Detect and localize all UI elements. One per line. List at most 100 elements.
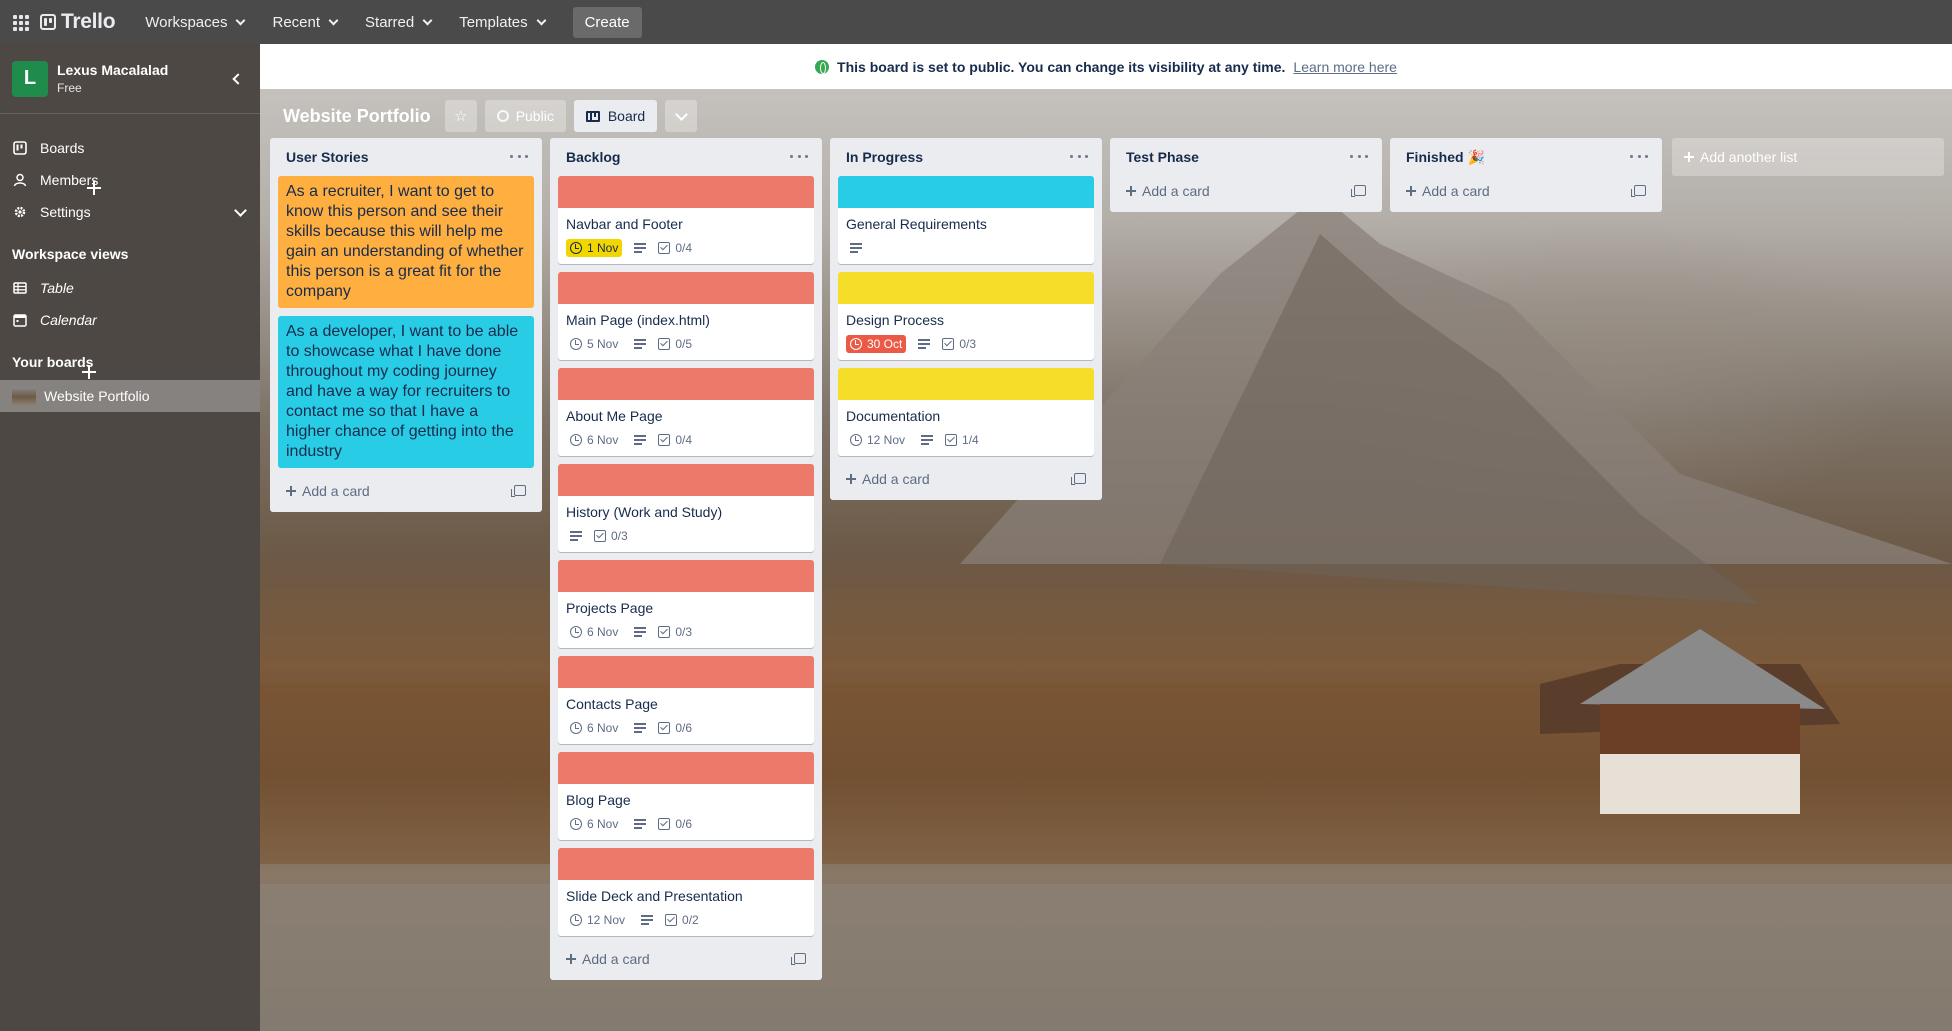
story-card-text: As a developer, I want to be able to sho… (286, 323, 519, 460)
card[interactable]: Documentation 12 Nov 1/4 (838, 368, 1094, 456)
workspace-avatar[interactable]: L (12, 60, 48, 97)
board-thumbnail (12, 387, 36, 405)
create-button[interactable]: Create (572, 6, 642, 38)
card-badges: 6 Nov 0/6 (566, 812, 806, 836)
list-title[interactable]: User Stories (286, 149, 368, 165)
card[interactable]: About Me Page 6 Nov 0/4 (558, 368, 814, 456)
list-menu-icon[interactable] (790, 148, 808, 164)
nav-recent[interactable]: Recent (260, 8, 349, 37)
due-date-badge[interactable]: 6 Nov (566, 815, 622, 833)
sidebar-item-label: Calendar (40, 312, 97, 328)
sidebar-item-members[interactable]: Members (0, 164, 260, 196)
sidebar-board-website-portfolio[interactable]: Website Portfolio (0, 380, 260, 412)
card[interactable]: General Requirements (838, 176, 1094, 264)
card-cover (838, 176, 1094, 208)
board-icon (12, 140, 28, 156)
board-canvas: This board is set to public. You can cha… (260, 44, 1952, 1031)
due-date-badge[interactable]: 1 Nov (566, 239, 623, 257)
card-template-icon[interactable] (1631, 185, 1646, 197)
list-title[interactable]: Backlog (566, 149, 620, 165)
add-card-button[interactable]: Add a card (1398, 176, 1654, 206)
nav-templates[interactable]: Templates (447, 8, 556, 37)
description-icon (634, 723, 647, 733)
card[interactable]: History (Work and Study) 0/3 (558, 464, 814, 552)
due-date-badge[interactable]: 12 Nov (566, 911, 629, 929)
card[interactable]: Slide Deck and Presentation 12 Nov 0/2 (558, 848, 814, 936)
workspace-name[interactable]: Lexus Macalalad (57, 62, 168, 78)
card[interactable]: Projects Page 6 Nov 0/3 (558, 560, 814, 648)
trello-logo[interactable]: Trello (40, 10, 116, 34)
description-icon (570, 531, 582, 541)
nav-starred[interactable]: Starred (353, 8, 443, 37)
due-date-badge[interactable]: 5 Nov (566, 335, 622, 353)
list-menu-icon[interactable] (1630, 148, 1648, 164)
card[interactable]: Main Page (index.html) 5 Nov 0/5 (558, 272, 814, 360)
story-card[interactable]: As a recruiter, I want to get to know th… (278, 176, 534, 308)
globe-icon (496, 110, 509, 122)
star-board-button[interactable]: ☆ (444, 100, 477, 132)
list-menu-icon[interactable] (1070, 148, 1088, 164)
overdue-date-badge[interactable]: 30 Oct (846, 335, 907, 353)
add-card-button[interactable]: Add a card (1118, 176, 1374, 206)
checklist-count: 1/4 (962, 433, 979, 447)
due-date: 6 Nov (587, 433, 619, 447)
due-date-badge[interactable]: 6 Nov (566, 623, 622, 641)
add-list-button[interactable]: Add another list (1672, 138, 1944, 176)
list-title[interactable]: Finished 🎉 (1406, 149, 1485, 166)
add-card-button[interactable]: Add a card (278, 476, 534, 506)
table-icon (12, 280, 28, 296)
due-date-badge[interactable]: 6 Nov (566, 431, 622, 449)
board-title[interactable]: Website Portfolio (283, 106, 431, 127)
list-header[interactable]: In Progress (838, 138, 1094, 176)
sidebar-item-table[interactable]: Table (0, 272, 260, 304)
add-card-label: Add a card (1142, 183, 1210, 199)
list-title[interactable]: In Progress (846, 149, 923, 165)
clock-icon (570, 914, 582, 926)
due-date-badge[interactable]: 12 Nov (846, 431, 909, 449)
public-board-banner: This board is set to public. You can cha… (260, 44, 1952, 89)
checklist-count: 0/4 (675, 241, 693, 255)
description-icon (634, 243, 647, 253)
card[interactable]: Navbar and Footer 1 Nov 0/4 (558, 176, 814, 264)
view-switcher-chevron-icon[interactable] (665, 100, 698, 132)
story-card[interactable]: As a developer, I want to be able to sho… (278, 316, 534, 468)
due-date-badge[interactable]: 6 Nov (566, 719, 622, 737)
card-template-icon[interactable] (511, 485, 526, 497)
plus-icon (566, 954, 576, 964)
card[interactable]: Contacts Page 6 Nov 0/6 (558, 656, 814, 744)
nav-recent-label: Recent (272, 13, 321, 31)
list-header[interactable]: Test Phase (1118, 138, 1374, 176)
card-cover (838, 272, 1094, 304)
list-header[interactable]: Finished 🎉 (1398, 138, 1654, 176)
sidebar-item-settings[interactable]: Settings (0, 196, 260, 228)
add-card-button[interactable]: Add a card (558, 944, 814, 974)
add-member-icon[interactable] (86, 180, 102, 196)
description-icon (634, 339, 647, 349)
card-template-icon[interactable] (1351, 185, 1366, 197)
add-card-button[interactable]: Add a card (838, 464, 1094, 494)
card[interactable]: Design Process 30 Oct 0/3 (838, 272, 1094, 360)
checklist-icon (658, 626, 671, 638)
card-title: Navbar and Footer (566, 216, 683, 232)
apps-grid-icon[interactable] (10, 12, 30, 32)
checklist-count: 0/3 (675, 625, 693, 639)
list-header[interactable]: User Stories (278, 138, 534, 176)
list-menu-icon[interactable] (510, 148, 528, 164)
card-template-icon[interactable] (791, 953, 806, 965)
sidebar-item-calendar[interactable]: Calendar (0, 304, 260, 336)
card[interactable]: Blog Page 6 Nov 0/6 (558, 752, 814, 840)
visibility-button[interactable]: Public (484, 100, 566, 132)
nav-workspaces[interactable]: Workspaces (133, 8, 256, 37)
card-title: Blog Page (566, 792, 631, 808)
description-icon (918, 339, 931, 349)
board-view-button[interactable]: Board (573, 100, 658, 132)
list-header[interactable]: Backlog (558, 138, 814, 176)
learn-more-link[interactable]: Learn more here (1293, 59, 1397, 75)
collapse-sidebar-icon[interactable] (224, 67, 248, 91)
add-board-icon[interactable] (81, 364, 97, 380)
list-title[interactable]: Test Phase (1126, 149, 1199, 165)
card-template-icon[interactable] (1071, 473, 1086, 485)
sidebar-item-boards[interactable]: Boards (0, 132, 260, 164)
list-menu-icon[interactable] (1350, 148, 1368, 164)
chevron-down-icon[interactable] (232, 204, 248, 220)
